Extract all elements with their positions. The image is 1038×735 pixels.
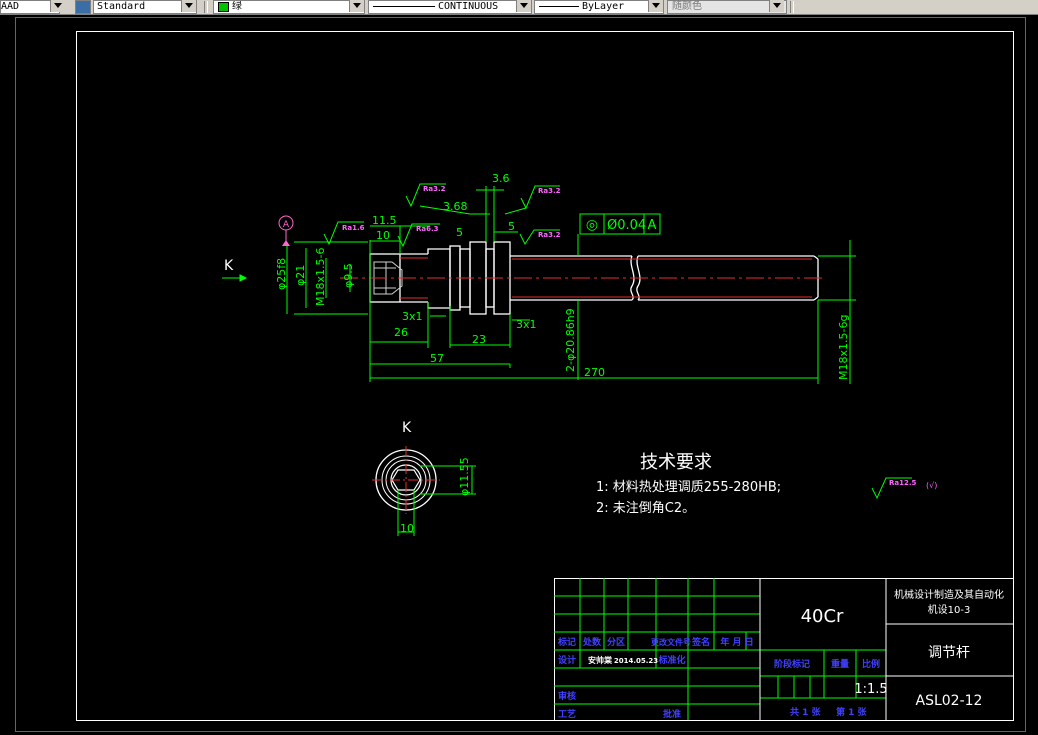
- tech-req-title: 技术要求: [640, 452, 712, 473]
- linetype-sample: [373, 5, 435, 7]
- tb-header: 年 月 日: [720, 636, 753, 648]
- sheet-outer-border: [15, 17, 1026, 732]
- dim-text: φ11.55: [458, 457, 471, 496]
- tolerance-value: Ø0.04: [607, 218, 646, 233]
- chevron-down-icon[interactable]: [648, 0, 663, 12]
- lineweight-dropdown[interactable]: ByLayer: [534, 0, 664, 14]
- sheet-number: 第 1 张: [836, 706, 868, 718]
- roughness-label: Ra12.5: [889, 479, 917, 487]
- shaft-main-view: [340, 241, 826, 315]
- tb-header: 处数: [582, 636, 602, 648]
- dim-text: M18x1.5-6: [314, 248, 327, 306]
- dim-text: M18x1.5-6g: [837, 315, 850, 380]
- toolbar-separator: [790, 1, 794, 13]
- sheets-total: 共 1 张: [790, 706, 822, 718]
- material-text: 40Cr: [801, 606, 844, 627]
- roughness-label: Ra1.6: [342, 224, 365, 232]
- dimstyle-icon[interactable]: [75, 0, 91, 14]
- view-label: K: [224, 258, 234, 274]
- roughness-label: Ra6.3: [416, 225, 439, 233]
- dim-text: 3.6: [492, 172, 510, 185]
- dim-text: φ9.5: [342, 263, 355, 288]
- tb-label: 批准: [663, 708, 681, 720]
- dim-text: 5: [508, 220, 515, 233]
- roughness-label: Ra3.2: [538, 187, 561, 195]
- datum-a-letter: A: [283, 220, 290, 230]
- dim-text: 3x1: [516, 318, 537, 331]
- tb-header: 签名: [691, 636, 710, 648]
- linetype-dropdown[interactable]: CONTINUOUS: [368, 0, 532, 14]
- drawing-number: ASL02-12: [916, 693, 983, 709]
- dim-text: 2-φ20.86h9: [564, 308, 577, 372]
- lineweight-value: ByLayer: [582, 1, 625, 12]
- plotstyle-value: 随颜色: [672, 1, 702, 12]
- tech-req-line: 2: 未注倒角C2。: [596, 501, 695, 516]
- dimstyle-value: Standard: [97, 1, 146, 12]
- linetype-value: CONTINUOUS: [438, 1, 499, 12]
- color-swatch-icon: [218, 2, 229, 12]
- tolerance-datum: A: [648, 218, 657, 233]
- drawing-frame: [76, 31, 1014, 721]
- roughness-label: Ra3.2: [538, 231, 561, 239]
- toolbar-separator: [204, 1, 208, 13]
- tech-req-line: 1: 材料热处理调质255-280HB;: [596, 480, 781, 495]
- tb-label: 重量: [831, 658, 849, 670]
- roughness-suffix: (√): [926, 481, 937, 490]
- dim-text: 23: [472, 333, 486, 346]
- tb-label: 比例: [862, 658, 880, 670]
- design-date: 2014.05.23: [614, 657, 658, 665]
- tb-header: 标记: [557, 636, 576, 648]
- tb-label: 阶段标记: [774, 658, 810, 670]
- color-dropdown[interactable]: 绿: [213, 0, 365, 14]
- dim-text: 3.68: [443, 200, 468, 213]
- tb-label: 设计: [558, 654, 576, 666]
- dim-text: φ21: [294, 265, 307, 286]
- dim-text: 26: [394, 326, 408, 339]
- dim-text: 3x1: [402, 310, 423, 323]
- view-label: K: [402, 420, 412, 436]
- dim-text: φ25f8: [275, 258, 288, 290]
- chevron-down-icon[interactable]: [50, 0, 65, 12]
- scale-value: 1:1.5: [854, 682, 887, 697]
- org-line2: 机设10-3: [928, 603, 971, 616]
- tb-label: 工艺: [558, 708, 576, 720]
- part-name: 调节杆: [928, 645, 970, 661]
- dim-text: 10: [376, 229, 390, 242]
- org-line1: 机械设计制造及其自动化: [894, 588, 1004, 601]
- tb-header: 分区: [607, 636, 625, 648]
- color-value: 绿: [232, 1, 242, 12]
- dim-text: 270: [584, 366, 605, 379]
- lineweight-sample: [539, 5, 579, 7]
- designer-name: 安帅棠: [588, 655, 613, 665]
- properties-toolbar: AAD Standard 绿 CONTINUOUS ByLayer 随颜色: [0, 0, 1038, 15]
- chevron-down-icon: [769, 0, 784, 12]
- chevron-down-icon[interactable]: [181, 0, 196, 12]
- roughness-label: Ra3.2: [423, 185, 446, 193]
- leader-line: [504, 207, 527, 215]
- chevron-down-icon[interactable]: [349, 0, 364, 12]
- tb-header: 更改文件号: [651, 637, 691, 647]
- concentricity-icon: ◎: [586, 217, 598, 233]
- tb-label: 标准化: [657, 654, 685, 666]
- tb-label: 审核: [558, 690, 576, 702]
- text-style-value: AAD: [1, 1, 20, 12]
- drawing-canvas[interactable]: A Ra3.2 Ra3.2 Ra1.6 Ra6.3 Ra3.2 Ra12.5 (…: [0, 14, 1038, 735]
- dim-text: 5: [456, 226, 463, 239]
- chevron-down-icon[interactable]: [516, 0, 531, 12]
- dim-text: 11.5: [372, 214, 397, 227]
- dim-text: 10: [400, 522, 414, 535]
- dim-text: 57: [430, 352, 444, 365]
